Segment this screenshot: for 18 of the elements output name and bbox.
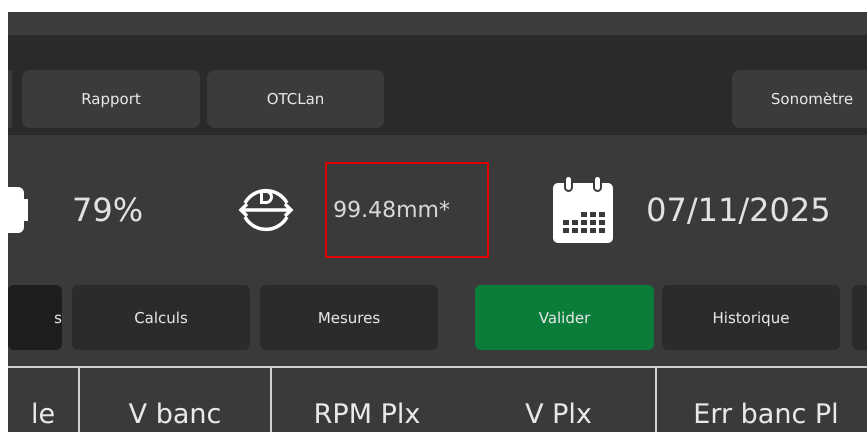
tab-button[interactable]: Sonomètre	[732, 70, 867, 128]
battery-icon	[8, 187, 28, 233]
tab-button[interactable]: OTCLan	[207, 70, 384, 128]
diameter-value: 99.48mm*	[325, 162, 490, 258]
column-header: V Plx	[525, 399, 592, 430]
column-header: le	[30, 399, 56, 430]
nav-button[interactable]: Mesures	[260, 285, 438, 350]
nav-button[interactable]: Calculs	[72, 285, 250, 350]
column-header: Err banc Pl	[693, 399, 839, 430]
nav-button[interactable]: s	[8, 285, 62, 350]
column-header: RPM Plx	[314, 399, 420, 430]
column-header: V banc	[128, 399, 222, 430]
nav-button[interactable]: Historique	[662, 285, 840, 350]
tab-button[interactable]	[8, 70, 12, 128]
validate-button[interactable]: Valider	[475, 285, 654, 350]
date-text: 07/11/2025	[646, 191, 831, 229]
battery-level: 79%	[72, 191, 144, 229]
tab-button[interactable]: Rapport	[22, 70, 200, 128]
